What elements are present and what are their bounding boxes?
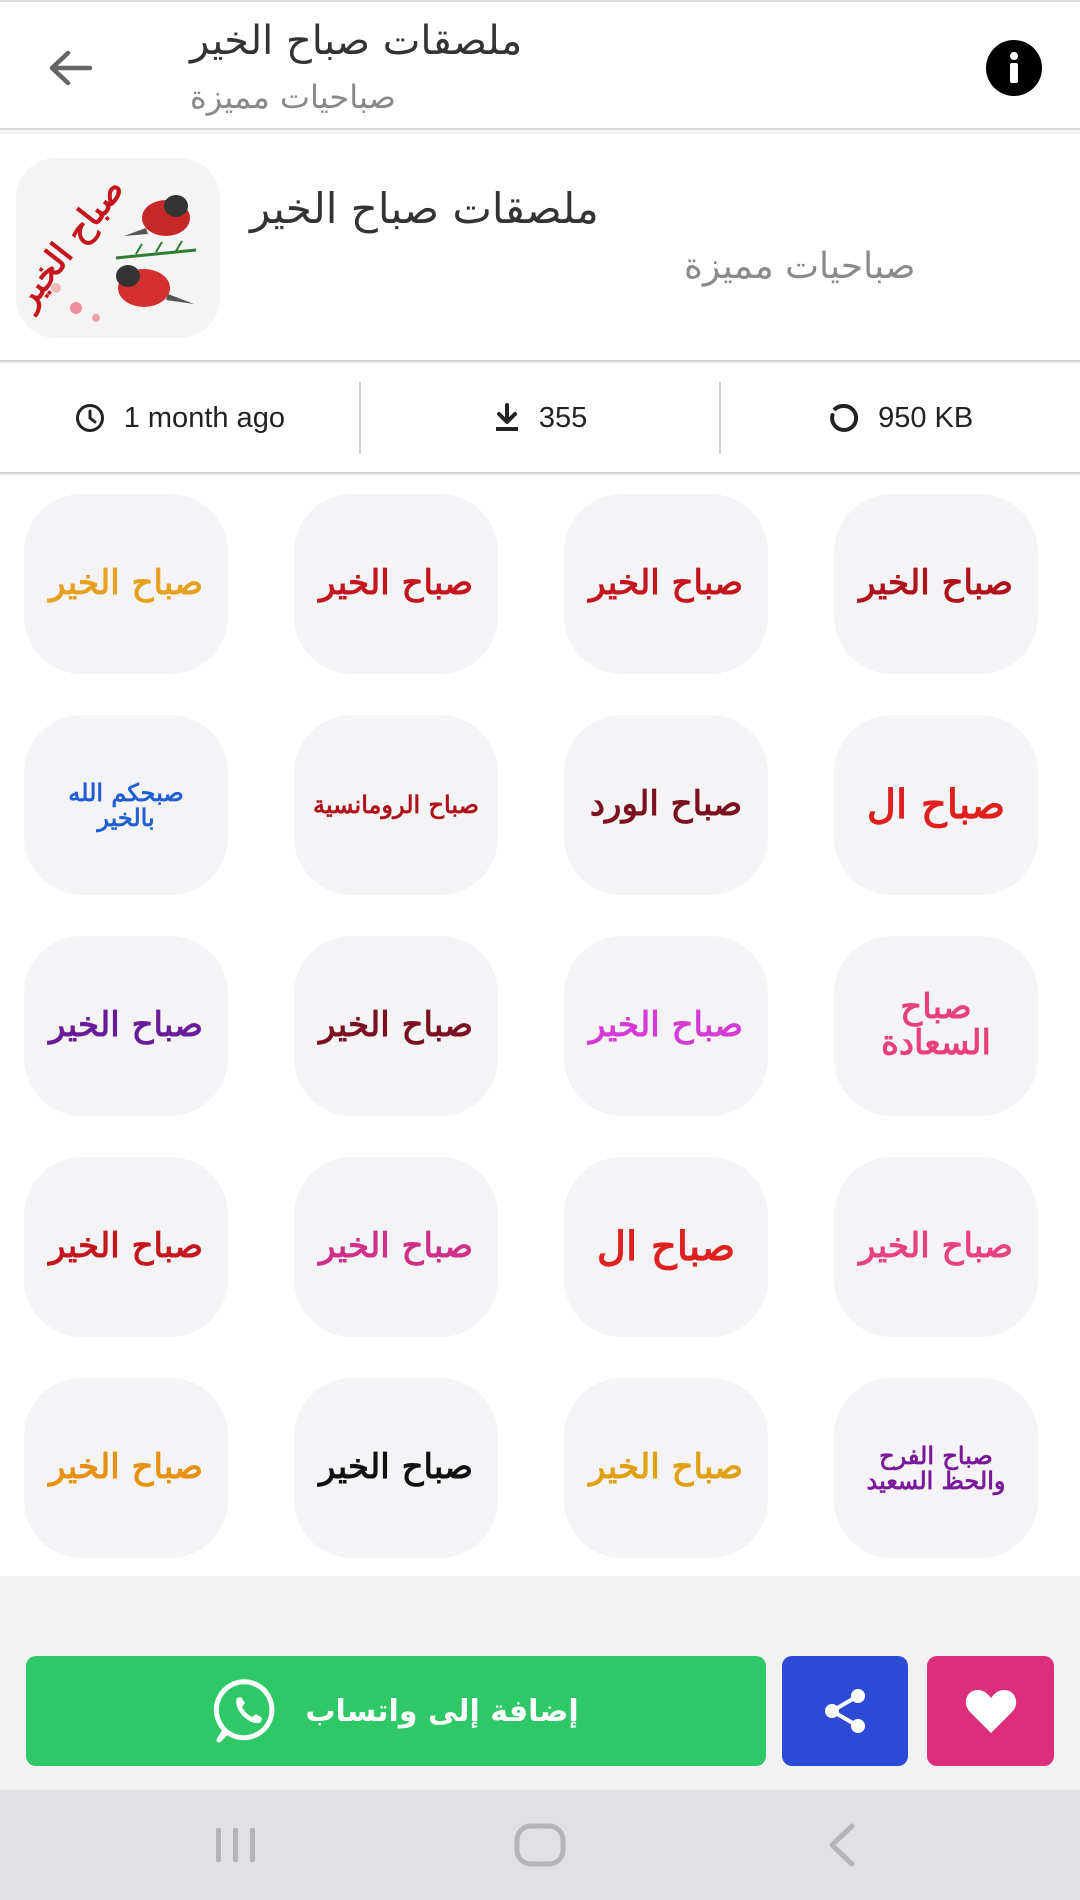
stat-downloads-value: 355: [538, 401, 588, 434]
sticker-text: صباح الخير: [318, 1005, 474, 1046]
sticker-item[interactable]: صباح الخير: [24, 1378, 228, 1558]
sticker-item[interactable]: صباح ال: [834, 715, 1038, 895]
sticker-item[interactable]: صباح السعادة: [834, 936, 1038, 1116]
sticker-item[interactable]: صباح الخير: [24, 936, 228, 1116]
sticker-item[interactable]: صباح الورد: [564, 715, 768, 895]
stat-updated-value: 1 month ago: [123, 401, 285, 434]
back-chevron-icon: [829, 1823, 855, 1867]
sticker-text: صباح الورد: [589, 784, 743, 825]
size-icon: [830, 403, 859, 432]
sticker-item[interactable]: صباح الخير: [24, 1157, 228, 1337]
sticker-item[interactable]: صباح الخير: [564, 494, 768, 674]
favorite-button[interactable]: [927, 1656, 1054, 1766]
pack-header: صباح الخير ملصقات صباح الخير صباحيات ممي…: [0, 134, 1080, 362]
sticker-item[interactable]: صباح الخير: [834, 494, 1038, 674]
sticker-item[interactable]: صباح الخير: [564, 936, 768, 1116]
sticker-item[interactable]: صباح الخير: [564, 1378, 768, 1558]
share-button[interactable]: [782, 1656, 908, 1766]
sticker-item[interactable]: صباح الخير: [294, 1378, 498, 1558]
clock-icon: [75, 404, 104, 432]
stat-size-value: 950 KB: [878, 401, 974, 434]
home-button[interactable]: [510, 1818, 570, 1872]
app-bar-subtitle: صباحيات مميزة: [190, 78, 396, 116]
pack-thumbnail: صباح الخير: [16, 158, 220, 338]
sticker-text: صباح الخير: [318, 1447, 474, 1488]
stat-downloads: 355: [361, 364, 720, 472]
pack-subtitle: صباحيات مميزة: [684, 246, 916, 287]
add-to-whatsapp-button[interactable]: إضافة إلى واتساب: [26, 1656, 766, 1766]
sticker-item[interactable]: صباح الفرح والحظ السعيد: [834, 1378, 1038, 1558]
sticker-text: صباح ال: [866, 781, 1006, 828]
sticker-item[interactable]: صباح الخير: [294, 1157, 498, 1337]
sticker-text: صباح الخير: [48, 1005, 204, 1046]
app-bar: ملصقات صباح الخير صباحيات مميزة: [0, 0, 1080, 130]
sticker-text: صباح الخير: [48, 1447, 204, 1488]
sticker-text: صباح الفرح والحظ السعيد: [866, 1440, 1006, 1495]
action-bar: إضافة إلى واتساب: [0, 1632, 1080, 1788]
sticker-text: صباح الخير: [588, 563, 744, 604]
sticker-grid: صباح الخير صباح الخير صباح الخير صباح الخير…: [0, 476, 1080, 1576]
sticker-item[interactable]: صباح الخير: [294, 936, 498, 1116]
app-bar-title: ملصقات صباح الخير: [190, 18, 523, 64]
sticker-item[interactable]: صباح ال: [564, 1157, 768, 1337]
sticker-text: صباح الخير: [48, 1226, 204, 1267]
pack-stats: 1 month ago 355 950 KB: [0, 364, 1080, 474]
sticker-text: صباح الخير: [588, 1447, 744, 1488]
home-icon: [514, 1823, 566, 1867]
stat-size: 950 KB: [721, 364, 1080, 472]
sticker-item[interactable]: صبحكم الله بالخير: [24, 715, 228, 895]
back-button[interactable]: [40, 38, 100, 98]
sticker-item[interactable]: صباح الخير: [24, 494, 228, 674]
info-button[interactable]: [986, 40, 1042, 96]
system-nav-bar: [0, 1790, 1080, 1900]
stat-updated: 1 month ago: [0, 364, 359, 472]
pack-title: ملصقات صباح الخير: [250, 184, 599, 233]
info-icon: [1010, 52, 1018, 83]
system-back-button[interactable]: [812, 1818, 872, 1872]
heart-icon: [965, 1690, 1016, 1733]
sticker-text: صبحكم الله بالخير: [68, 777, 184, 832]
sticker-text: صباح الخير: [858, 1226, 1014, 1267]
add-to-whatsapp-label: إضافة إلى واتساب: [305, 1693, 579, 1729]
download-icon: [495, 403, 518, 431]
arrow-left-icon: [49, 50, 93, 86]
share-icon: [825, 1689, 865, 1733]
sticker-text: صباح الخير: [858, 563, 1014, 604]
sticker-text: صباح الخير: [318, 1226, 474, 1267]
sticker-text: صباح الرومانسية: [313, 790, 479, 820]
sticker-text: صباح السعادة: [881, 987, 991, 1063]
sticker-text: صباح ال: [596, 1223, 736, 1270]
sticker-item[interactable]: صباح الرومانسية: [294, 715, 498, 895]
sticker-item[interactable]: صباح الخير: [294, 494, 498, 674]
sticker-item[interactable]: صباح الخير: [834, 1157, 1038, 1337]
whatsapp-icon: [214, 1679, 275, 1743]
recent-apps-icon: [216, 1828, 255, 1862]
recent-apps-button[interactable]: [206, 1818, 266, 1872]
sticker-text: صباح الخير: [318, 563, 474, 604]
pack-thumb-text: صباح الخير: [16, 170, 133, 318]
sticker-text: صباح الخير: [48, 563, 204, 604]
sticker-text: صباح الخير: [588, 1005, 744, 1046]
